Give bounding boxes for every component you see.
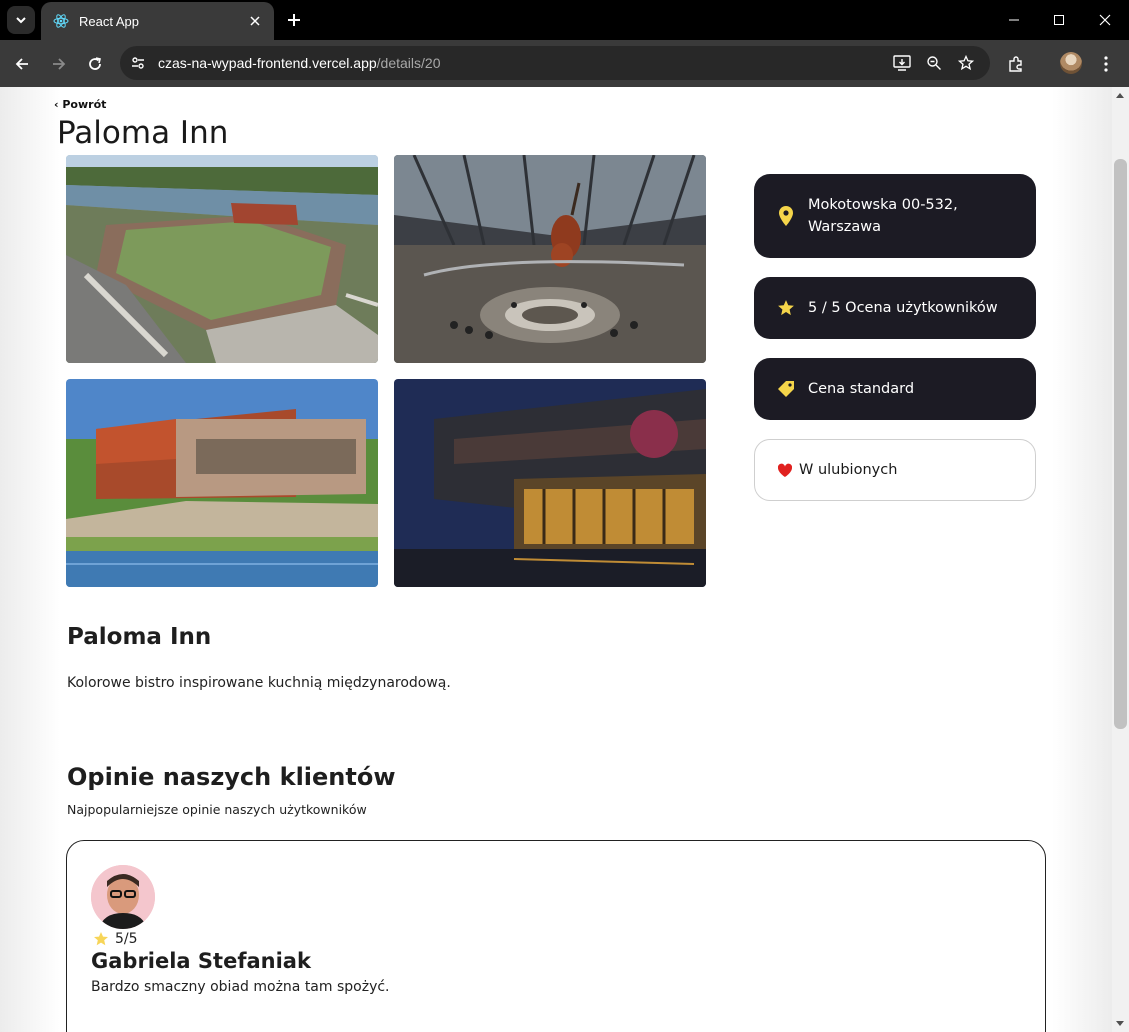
address-text: Mokotowska 00-532, Warszawa (808, 197, 958, 235)
price-tag-icon (776, 380, 796, 398)
rating-card: 5 / 5 Ocena użytkowników (754, 277, 1036, 339)
price-card: Cena standard (754, 358, 1036, 420)
reviewer-name: Gabriela Stefaniak (91, 949, 311, 973)
heart-icon (777, 463, 793, 478)
reviewer-avatar (91, 865, 155, 929)
gallery-photo[interactable] (66, 379, 378, 587)
install-app-icon[interactable] (892, 53, 912, 73)
browser-toolbar: czas-na-wypad-frontend.vercel.app/detail… (0, 40, 1129, 87)
zoom-icon[interactable] (924, 53, 944, 73)
profile-avatar[interactable] (1060, 52, 1082, 74)
reload-button[interactable] (81, 50, 109, 78)
scroll-up-arrow[interactable] (1116, 93, 1124, 98)
review-card: 5/5 Gabriela Stefaniak Bardzo smaczny ob… (66, 840, 1046, 1032)
maximize-icon (1054, 15, 1064, 25)
close-icon (250, 16, 260, 26)
more-menu-icon[interactable] (1092, 50, 1120, 78)
extensions-icon[interactable] (1002, 50, 1030, 78)
site-settings-icon[interactable] (128, 53, 148, 73)
gallery-photo[interactable] (394, 155, 706, 363)
maximize-button[interactable] (1042, 6, 1076, 34)
react-logo-icon (53, 14, 69, 28)
scrollbar[interactable] (1112, 87, 1129, 1032)
forward-button[interactable] (45, 50, 73, 78)
review-rating-value: 5/5 (115, 931, 138, 947)
arrow-left-icon (15, 58, 28, 70)
new-tab-button[interactable] (282, 8, 306, 32)
address-card: Mokotowska 00-532, Warszawa (754, 174, 1036, 258)
tab-close-button[interactable] (246, 12, 264, 30)
minimize-icon (1009, 19, 1019, 21)
star-icon (94, 932, 108, 946)
close-window-button[interactable] (1088, 6, 1122, 34)
url-host: czas-na-wypad-frontend.vercel.app (158, 55, 377, 71)
scrollbar-thumb[interactable] (1114, 159, 1127, 729)
gallery-photo[interactable] (394, 379, 706, 587)
scroll-down-arrow[interactable] (1116, 1021, 1124, 1026)
about-description: Kolorowe bistro inspirowane kuchnią międ… (67, 675, 451, 691)
favorite-text: W ulubionych (799, 462, 898, 478)
about-title: Paloma Inn (67, 624, 212, 650)
reviews-subtitle: Najpopularniejsze opinie naszych użytkow… (67, 802, 367, 817)
rating-text: 5 / 5 Ocena użytkowników (808, 300, 998, 316)
minimize-button[interactable] (997, 6, 1031, 34)
tab-search-button[interactable] (7, 6, 35, 34)
reload-icon (89, 57, 101, 70)
star-icon (776, 299, 796, 317)
reviews-title: Opinie naszych klientów (67, 763, 396, 791)
arrow-right-icon (53, 58, 66, 70)
plus-icon (288, 14, 300, 26)
back-button[interactable] (8, 50, 36, 78)
price-text: Cena standard (808, 381, 915, 397)
url-path: /details/20 (376, 55, 441, 71)
favorite-button[interactable]: W ulubionych (754, 439, 1036, 501)
browser-tab[interactable]: React App (41, 2, 274, 40)
review-text: Bardzo smaczny obiad można tam spożyć. (91, 979, 390, 995)
close-icon (1099, 14, 1111, 26)
location-pin-icon (776, 205, 796, 227)
gallery-photo[interactable] (66, 155, 378, 363)
bookmark-star-icon[interactable] (956, 53, 976, 73)
page-viewport: ‹ Powrót Paloma Inn Mokotowska 00-532, W… (0, 87, 1112, 1032)
browser-tab-strip: React App (0, 0, 1129, 40)
url-text: czas-na-wypad-frontend.vercel.app/detail… (158, 55, 441, 71)
back-link[interactable]: ‹ Powrót (54, 98, 106, 111)
chevron-down-icon (16, 17, 26, 24)
review-rating: 5/5 (93, 931, 138, 947)
tab-title: React App (79, 13, 139, 29)
page-title: Paloma Inn (57, 115, 229, 151)
address-bar[interactable]: czas-na-wypad-frontend.vercel.app/detail… (120, 46, 990, 80)
